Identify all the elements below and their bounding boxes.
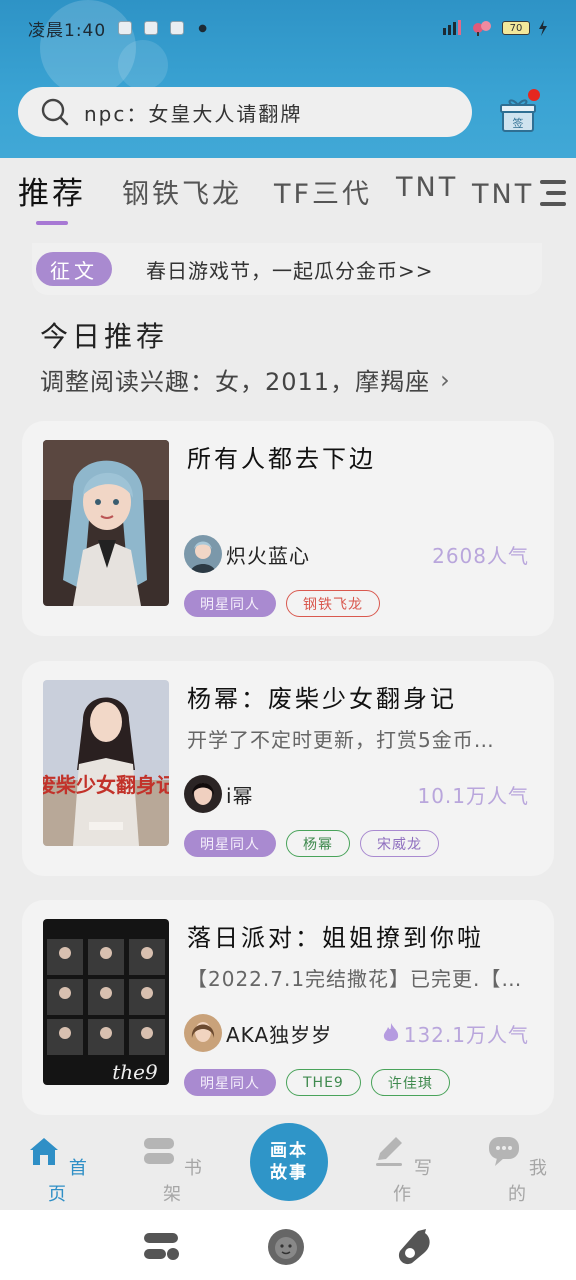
author-row: i幂 10.1万人气 [184, 774, 529, 814]
checkin-label: 签 [513, 116, 524, 130]
nav-mine[interactable]: 我的 [483, 1134, 553, 1206]
popularity-text: 10.1万人气 [417, 783, 529, 808]
flame-icon [383, 1023, 398, 1042]
tag-list: 明星同人 THE9 许佳琪 [184, 1069, 450, 1096]
author-name[interactable]: 炽火蓝心 [226, 540, 310, 569]
interest-settings-link[interactable]: 调整阅读兴趣：女，2011，摩羯座 › [40, 362, 451, 397]
popularity-text: 132.1万人气 [403, 1022, 529, 1047]
tag-list: 明星同人 钢铁飞龙 [184, 590, 380, 617]
battery-indicator: 70 [502, 21, 530, 35]
search-bar[interactable]: npc：女皇大人请翻牌 [18, 87, 472, 137]
book-title[interactable]: 所有人都去下边 [187, 439, 376, 474]
hd-signal-icon [443, 20, 461, 35]
search-input[interactable]: npc：女皇大人请翻牌 [84, 98, 302, 127]
dot-icon: ● [198, 22, 207, 34]
tag[interactable]: 明星同人 [184, 590, 276, 617]
decor-bubble [118, 40, 168, 90]
nav-home[interactable]: 首页 [23, 1134, 93, 1206]
banner-text: 春日游戏节，一起瓜分金币>> [146, 258, 434, 283]
contest-badge: 征文 [36, 252, 112, 286]
active-tab-indicator [36, 221, 68, 225]
tab-steel-dragon[interactable]: 钢铁飞龙 [122, 172, 242, 211]
pencil-icon [376, 1137, 403, 1166]
book-cover[interactable]: the9 [43, 919, 169, 1085]
recent-apps-icon[interactable] [142, 1227, 182, 1267]
home-lion-icon[interactable] [266, 1227, 306, 1267]
nav-write[interactable]: 写作 [368, 1134, 438, 1206]
author-row: 炽火蓝心 2608人气 [184, 534, 529, 574]
section-title: 今日推荐 [40, 320, 169, 353]
notification-icon [144, 21, 159, 35]
contest-banner[interactable]: 征文 春日游戏节，一起瓜分金币>> [32, 243, 542, 295]
interest-settings-text: 调整阅读兴趣：女，2011，摩羯座 [40, 368, 431, 396]
status-time: 凌晨1:40 [28, 20, 107, 41]
status-indicators: 70 [442, 20, 548, 36]
tag[interactable]: 杨幂 [286, 830, 350, 857]
book-title[interactable]: 杨幂：废柴少女翻身记 [187, 679, 457, 714]
author-avatar[interactable] [184, 775, 222, 813]
search-icon [41, 98, 69, 126]
book-title[interactable]: 落日派对：姐姐撩到你啦 [187, 918, 484, 953]
tab-tnt[interactable]: TNT [396, 172, 458, 203]
author-name[interactable]: AKA独岁岁 [226, 1019, 332, 1048]
tab-tf3[interactable]: TF三代 [274, 172, 372, 211]
tag[interactable]: 明星同人 [184, 1069, 276, 1096]
cover-title: 废柴少女翻身记 [43, 773, 169, 797]
tag[interactable]: 许佳琪 [370, 1069, 450, 1096]
author-row: AKA独岁岁 132.1万人气 [184, 1013, 529, 1053]
wifi-icon [473, 21, 491, 36]
book-description: 【2022.7.1完结撒花】已完更.【… [187, 967, 523, 991]
tag[interactable]: THE9 [286, 1069, 361, 1096]
back-icon[interactable] [394, 1227, 434, 1267]
popularity-count: 132.1万人气 [382, 1019, 529, 1048]
tag-list: 明星同人 杨幂 宋威龙 [184, 830, 439, 857]
chevron-right-icon: › [440, 365, 451, 394]
popularity-text: 2608人气 [432, 543, 529, 568]
charging-icon [539, 20, 547, 36]
book-card[interactable]: 所有人都去下边 炽火蓝心 2608人气 明星同人 钢铁飞龙 [22, 421, 554, 636]
book-card[interactable]: the9 落日派对：姐姐撩到你啦 【2022.7.1完结撒花】已完更.【… AK… [22, 900, 554, 1115]
popularity-count: 10.1万人气 [417, 780, 529, 809]
create-story-line1: 画本 [270, 1141, 308, 1161]
book-card[interactable]: 废柴少女翻身记 杨幂：废柴少女翻身记 开学了不定时更新，打赏5金币… i幂 10… [22, 661, 554, 876]
menu-icon[interactable] [532, 172, 576, 216]
author-avatar[interactable] [184, 1014, 222, 1052]
book-cover[interactable] [43, 440, 169, 606]
notification-icon [118, 21, 133, 35]
nav-shelf[interactable]: 书架 [138, 1134, 208, 1206]
notification-dot [528, 89, 540, 101]
tag[interactable]: 明星同人 [184, 830, 276, 857]
notification-icon [170, 21, 185, 35]
book-cover[interactable]: 废柴少女翻身记 [43, 680, 169, 846]
bookshelf-icon [144, 1138, 175, 1164]
tag[interactable]: 宋威龙 [360, 830, 439, 857]
popularity-count: 2608人气 [432, 540, 529, 569]
create-story-button[interactable]: 画本 故事 [250, 1123, 328, 1201]
notification-icons [118, 21, 185, 35]
tab-recommend[interactable]: 推荐 [18, 168, 86, 213]
chat-profile-icon [489, 1137, 520, 1166]
tag[interactable]: 钢铁飞龙 [286, 590, 380, 617]
system-navigation-bar [0, 1210, 576, 1280]
cover-title: the9 [112, 1060, 158, 1084]
checkin-gift-icon[interactable]: 签 [500, 97, 536, 133]
author-avatar[interactable] [184, 535, 222, 573]
create-story-line2: 故事 [270, 1163, 308, 1183]
author-name[interactable]: i幂 [226, 780, 254, 809]
category-tabs: 推荐 钢铁飞龙 TF三代 TNT TNT时 [0, 158, 576, 228]
status-bar: 凌晨1:40 ● 70 [0, 10, 576, 46]
book-description: 开学了不定时更新，打赏5金币… [187, 728, 495, 752]
home-icon [30, 1138, 59, 1165]
